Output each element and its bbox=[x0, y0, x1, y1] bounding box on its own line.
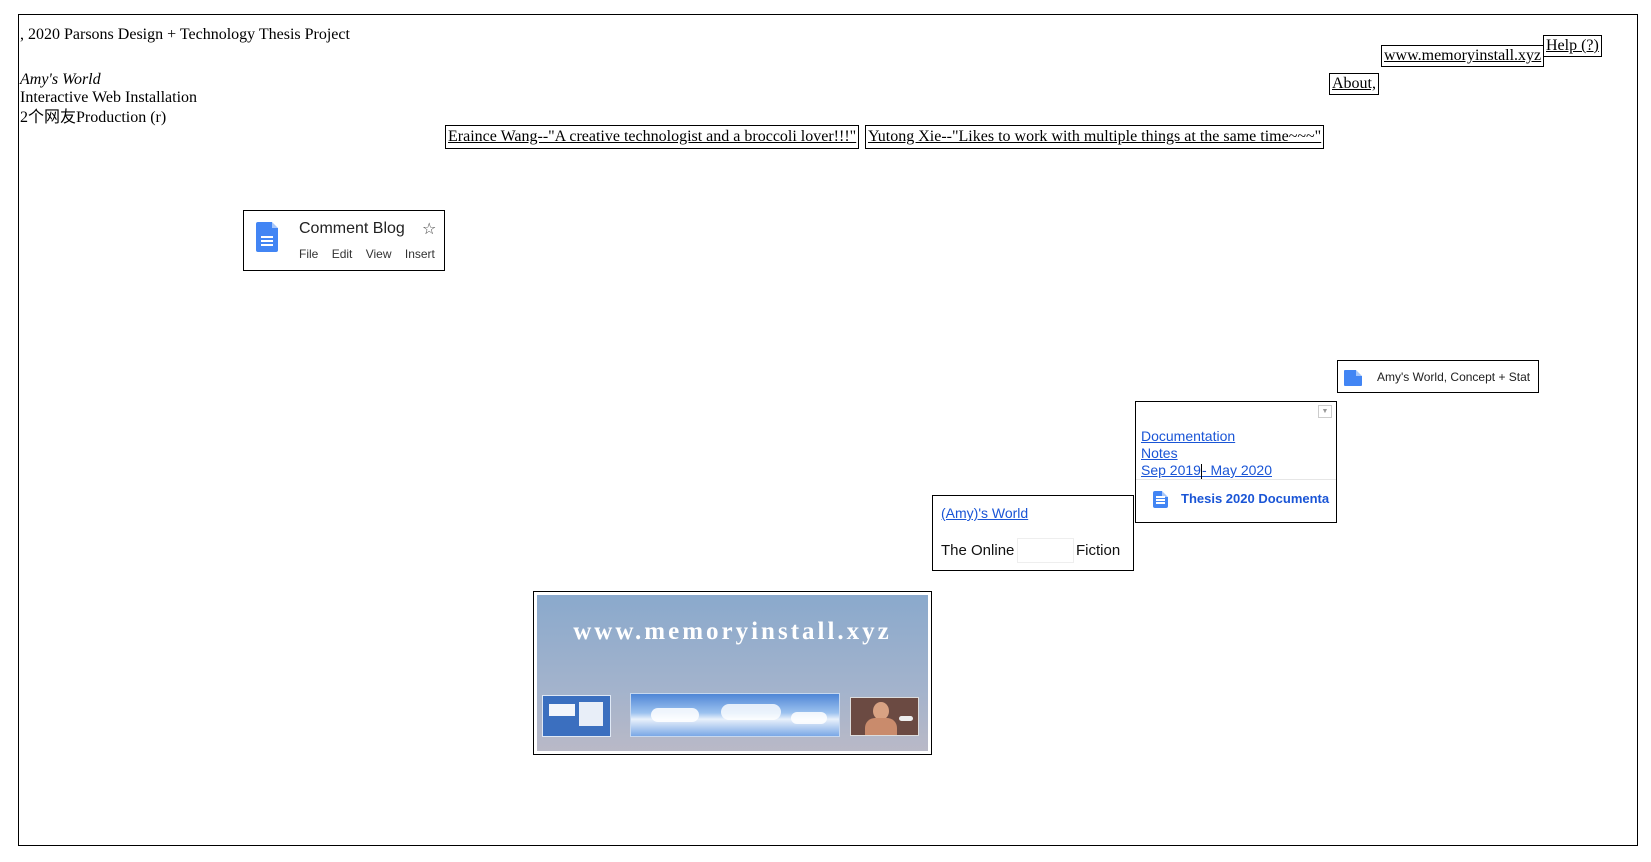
site-subtitle: Interactive Web Installation bbox=[20, 89, 198, 106]
menu-insert[interactable]: Insert bbox=[405, 247, 435, 261]
google-docs-icon bbox=[1344, 370, 1362, 386]
preview-heading: www.memoryinstall.xyz bbox=[573, 618, 892, 645]
help-link[interactable]: Help (?) bbox=[1543, 35, 1602, 57]
blank-input[interactable] bbox=[1017, 538, 1074, 563]
website-preview[interactable]: www.memoryinstall.xyz bbox=[533, 591, 932, 755]
project-line: , 2020 Parsons Design + Technology Thesi… bbox=[20, 26, 350, 43]
dropdown-icon[interactable]: ▼ bbox=[1318, 405, 1332, 418]
comment-blog-menu: File Edit View Insert bbox=[299, 247, 435, 261]
thesis-doc-link[interactable]: Thesis 2020 Documenta bbox=[1181, 491, 1329, 506]
menu-edit[interactable]: Edit bbox=[332, 247, 353, 261]
date-range-link[interactable]: Sep 2019- May 2020 bbox=[1141, 462, 1272, 479]
comment-blog-title: Comment Blog bbox=[299, 220, 405, 237]
google-docs-icon bbox=[1153, 491, 1168, 508]
star-icon[interactable]: ☆ bbox=[422, 219, 436, 239]
thumb-clouds bbox=[630, 693, 840, 737]
preview-image: www.memoryinstall.xyz bbox=[537, 595, 928, 751]
fiction-card: (Amy)'s World The Online Fiction bbox=[932, 495, 1134, 571]
notes-link[interactable]: Notes bbox=[1141, 445, 1178, 461]
menu-view[interactable]: View bbox=[366, 247, 392, 261]
google-docs-icon bbox=[256, 222, 278, 252]
fiction-text-b: Fiction bbox=[1076, 542, 1121, 559]
about-link[interactable]: About, bbox=[1329, 73, 1379, 95]
site-link[interactable]: www.memoryinstall.xyz bbox=[1381, 45, 1545, 67]
documentation-panel: ▼ Documentation Notes Sep 2019- May 2020… bbox=[1135, 401, 1337, 523]
documentation-link[interactable]: Documentation bbox=[1141, 428, 1235, 444]
comment-blog-card[interactable]: Comment Blog ☆ File Edit View Insert bbox=[243, 210, 445, 271]
divider bbox=[1136, 479, 1336, 480]
concept-doc-label: Amy's World, Concept + Stat bbox=[1377, 370, 1531, 384]
credit-eraince-wang[interactable]: Eraince Wang--"A creative technologist a… bbox=[445, 125, 860, 149]
amys-world-link[interactable]: (Amy)'s World bbox=[941, 505, 1028, 521]
thumb-person bbox=[850, 697, 919, 736]
production-credit: 2个网友Production (r) bbox=[20, 109, 167, 126]
thumb-screenshot bbox=[542, 695, 611, 737]
fiction-text-a: The Online bbox=[941, 542, 1015, 559]
menu-file[interactable]: File bbox=[299, 247, 318, 261]
concept-doc-chip[interactable]: Amy's World, Concept + Stat bbox=[1337, 360, 1539, 393]
site-title: Amy's World bbox=[20, 71, 101, 88]
credit-yutong-xie[interactable]: Yutong Xie--"Likes to work with multiple… bbox=[865, 125, 1325, 149]
